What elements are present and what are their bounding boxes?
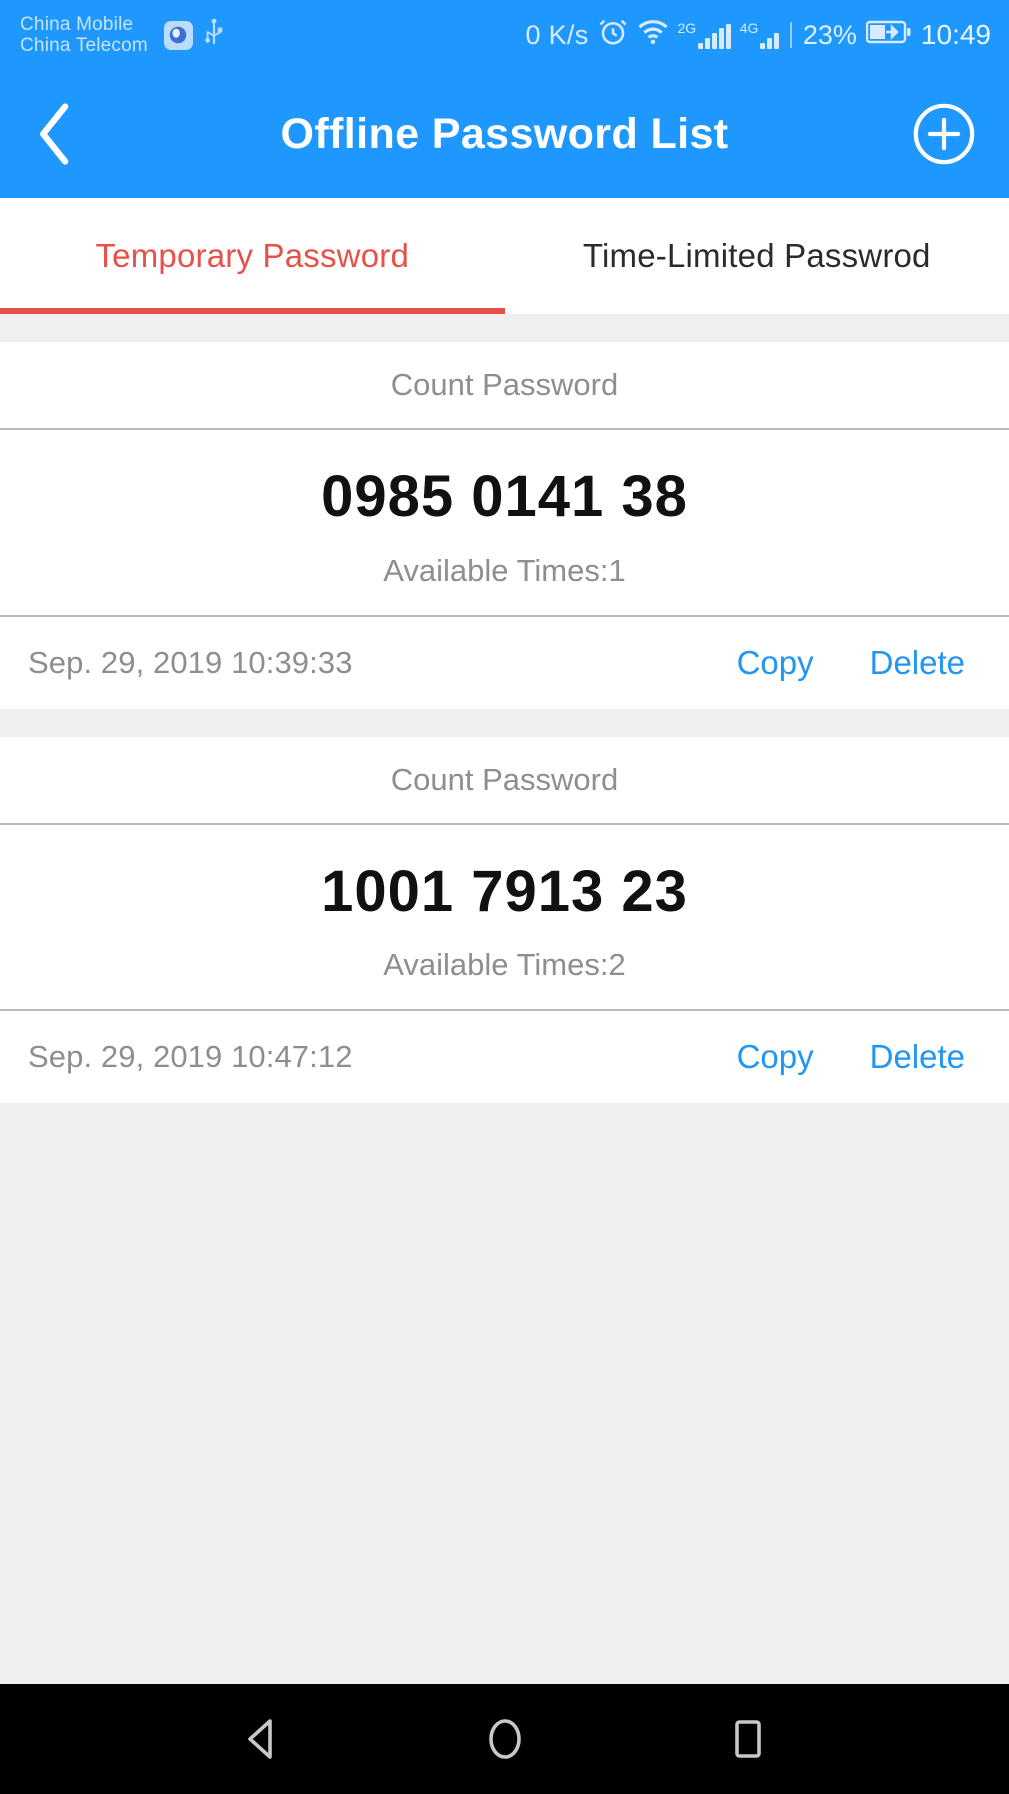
charging-battery-icon (865, 19, 912, 52)
status-bar-right: 0 K/s 2G 4G 23% 10:49 (525, 17, 991, 54)
nav-back-triangle-icon (247, 1719, 272, 1759)
list-top-gap (0, 314, 1009, 342)
password-card: Count Password 1001 7913 23 Available Ti… (0, 736, 1009, 1104)
wifi-icon (637, 19, 669, 52)
password-timestamp: Sep. 29, 2019 10:47:12 (28, 1039, 353, 1075)
nav-home-button[interactable] (465, 1699, 545, 1779)
network-speed-text: 0 K/s (525, 19, 589, 50)
password-code: 0985 0141 38 (321, 464, 688, 529)
android-nav-bar (0, 1684, 1009, 1794)
alarm-clock-icon (598, 17, 628, 54)
carrier-primary: China Mobile (20, 13, 134, 35)
signal-2g: 2G (678, 21, 731, 49)
card-header-label: Count Password (0, 342, 1009, 430)
nav-home-circle-icon (488, 1719, 521, 1759)
nav-recents-square-icon (734, 1720, 761, 1758)
chevron-left-icon (40, 103, 69, 165)
plus-circle-icon (913, 103, 975, 165)
status-bar: China Mobile China Telecom 0 K/s 2G 4G 2… (0, 0, 1009, 70)
signal-4g-bars (760, 25, 779, 49)
card-footer: Sep. 29, 2019 10:39:33 Copy Delete (0, 614, 1009, 709)
signal-2g-bars (698, 24, 731, 49)
list-card-gap (0, 708, 1009, 737)
available-times-label: Available Times:2 (383, 947, 626, 983)
nav-back-button[interactable] (222, 1699, 302, 1779)
nav-recents-button[interactable] (708, 1699, 788, 1779)
password-code: 1001 7913 23 (321, 858, 688, 924)
usb-icon (203, 18, 225, 53)
copy-button[interactable]: Copy (737, 644, 814, 682)
tab-time-limited-password[interactable]: Time-Limited Passwrod (505, 198, 1009, 314)
password-list: Count Password 0985 0141 38 Available Ti… (0, 314, 1009, 1684)
tab-temporary-password[interactable]: Temporary Password (0, 198, 505, 314)
status-bar-left: China Mobile China Telecom (20, 14, 225, 57)
available-times-label: Available Times:1 (383, 552, 626, 588)
status-clock-text: 10:49 (920, 19, 991, 50)
app-bar: Offline Password List (0, 70, 1009, 198)
tab-bar: Temporary Password Time-Limited Passwrod (0, 198, 1009, 314)
card-body: 0985 0141 38 Available Times:1 (0, 430, 1009, 615)
tab-temporary-password-label: Temporary Password (95, 237, 410, 274)
card-footer: Sep. 29, 2019 10:47:12 Copy Delete (0, 1009, 1009, 1103)
card-body: 1001 7913 23 Available Times:2 (0, 825, 1009, 1010)
card-actions: Copy Delete (737, 1038, 981, 1076)
browser-icon (163, 20, 193, 50)
delete-button[interactable]: Delete (870, 644, 965, 682)
signal-4g: 4G (740, 21, 779, 49)
page-title: Offline Password List (280, 109, 729, 158)
battery-percent-text: 23% (802, 19, 857, 50)
card-actions: Copy Delete (737, 644, 981, 682)
status-divider (789, 22, 792, 48)
phone-screen: China Mobile China Telecom 0 K/s 2G 4G 2… (0, 0, 1009, 1794)
signal-4g-label: 4G (739, 20, 759, 36)
card-header-label: Count Password (0, 737, 1009, 825)
add-password-button[interactable] (913, 103, 975, 165)
carrier-labels: China Mobile China Telecom (20, 14, 148, 57)
delete-button[interactable]: Delete (870, 1038, 965, 1076)
password-card: Count Password 0985 0141 38 Available Ti… (0, 342, 1009, 709)
password-timestamp: Sep. 29, 2019 10:39:33 (28, 644, 353, 680)
back-button[interactable] (34, 99, 94, 169)
copy-button[interactable]: Copy (737, 1038, 814, 1076)
signal-2g-label: 2G (677, 20, 697, 36)
tab-active-indicator (0, 308, 505, 314)
carrier-secondary: China Telecom (20, 35, 148, 56)
tab-time-limited-password-label: Time-Limited Passwrod (582, 237, 931, 274)
